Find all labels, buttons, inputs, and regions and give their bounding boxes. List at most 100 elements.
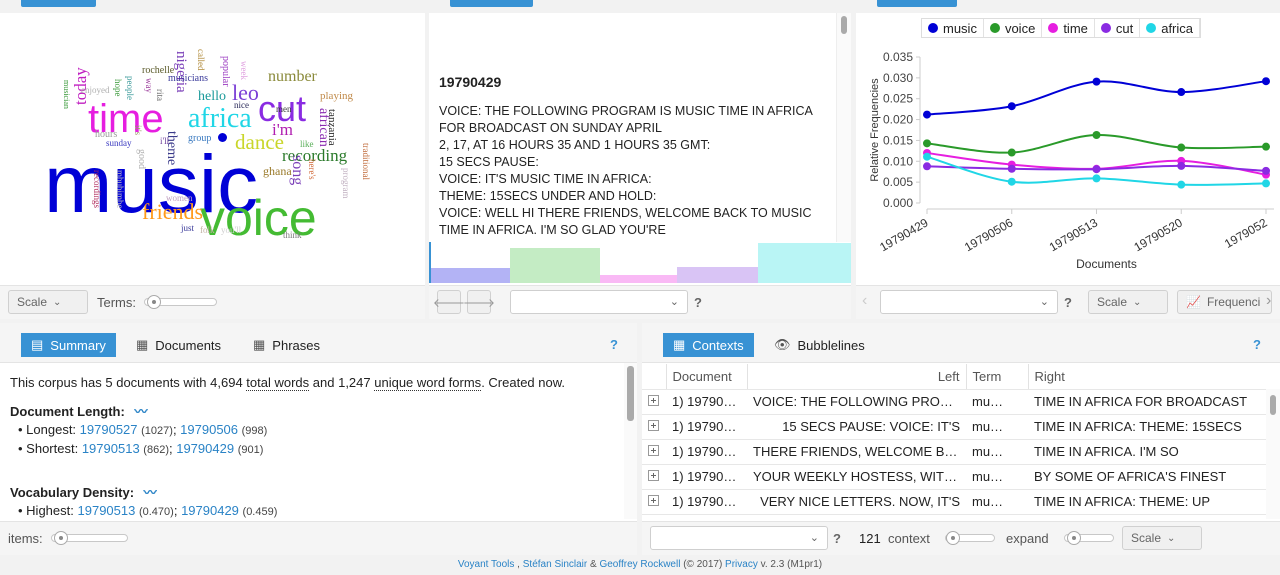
contexts-scale-button[interactable]: Scale ⌄ <box>1122 526 1202 550</box>
document-strip[interactable] <box>429 242 851 283</box>
column-header-document[interactable]: Document <box>666 364 748 390</box>
cell-expander[interactable] <box>642 464 666 490</box>
terms-slider-knob[interactable] <box>147 295 161 309</box>
doc-link[interactable]: 19790429 <box>176 441 234 456</box>
table-row[interactable]: 1) 19790… VERY NICE LETTERS. NOW, IT'S mu…… <box>642 489 1266 515</box>
doc-link[interactable]: 19790429 <box>181 503 239 518</box>
cirrus-scale-button[interactable]: Scale ⌄ <box>8 290 88 314</box>
cloud-word[interactable]: nice <box>234 101 249 110</box>
cloud-word[interactable]: you'll <box>221 226 241 235</box>
cloud-word[interactable]: friends <box>142 201 203 223</box>
cloud-word[interactable]: tanzania <box>326 109 338 146</box>
summary-help-icon[interactable]: ? <box>610 337 618 352</box>
document-segment[interactable] <box>600 275 677 283</box>
cloud-word[interactable]: ghana <box>263 165 292 177</box>
cloud-word[interactable]: traditional <box>361 143 371 180</box>
trends-scale-button[interactable]: Scale ⌄ <box>1088 290 1168 314</box>
cloud-word[interactable]: i'll <box>160 137 169 146</box>
table-row[interactable]: 1) 19790… THERE FRIENDS, WELCOME BAC… mu… T… <box>642 439 1266 465</box>
contexts-scrollbar[interactable] <box>1266 389 1280 519</box>
reader-help-icon[interactable]: ? <box>694 295 702 310</box>
cloud-word[interactable]: recordings <box>92 170 102 208</box>
cloud-word[interactable]: way <box>144 78 154 93</box>
items-slider[interactable] <box>51 531 128 545</box>
cloud-word[interactable]: rita <box>155 89 165 101</box>
cell-expander[interactable] <box>642 414 666 440</box>
doc-link[interactable]: 19790506 <box>180 422 238 437</box>
cloud-word[interactable]: i'm <box>272 121 293 138</box>
reader-scrollbar[interactable] <box>836 13 851 242</box>
cloud-word[interactable]: hope <box>113 79 123 97</box>
column-header-right[interactable]: Right <box>1028 364 1266 390</box>
prev-button[interactable]: 🡐 <box>433 290 465 314</box>
column-header-term[interactable]: Term <box>966 364 1029 390</box>
tab-phrases[interactable]: ▦ Phrases <box>243 333 330 357</box>
sparkline-icon[interactable]: 〰 <box>144 485 157 500</box>
cloud-word[interactable]: rochelle <box>142 66 174 76</box>
cell-expander[interactable] <box>642 489 666 515</box>
cloud-word[interactable]: playing <box>320 91 353 102</box>
cell-expander[interactable] <box>642 389 666 415</box>
doc-link[interactable]: 19790513 <box>78 503 136 518</box>
cloud-word[interactable]: like <box>300 140 314 149</box>
footer-author1-link[interactable]: Stéfan Sinclair <box>523 559 587 570</box>
cloud-word[interactable]: group <box>188 134 211 144</box>
cloud-word[interactable]: popular <box>220 56 231 87</box>
expand-row-icon[interactable] <box>648 495 659 506</box>
cloud-word[interactable]: called <box>196 49 206 71</box>
tab-summary[interactable]: ▤ Summary <box>21 333 116 357</box>
trends-search-combo[interactable]: ⌄ <box>880 290 1058 314</box>
cloud-word[interactable]: musician <box>62 80 71 109</box>
context-slider-knob[interactable] <box>946 531 960 545</box>
reader-tab-button[interactable] <box>450 0 533 7</box>
cloud-word[interactable]: women <box>166 194 193 203</box>
cloud-word[interactable]: it's <box>133 125 143 135</box>
column-header-left[interactable]: Left <box>747 364 967 390</box>
total-words-link[interactable]: total words <box>246 375 310 391</box>
cloud-word[interactable]: hello <box>198 90 226 104</box>
document-segment[interactable] <box>677 267 758 283</box>
cloud-word[interactable]: folk <box>200 226 215 235</box>
cloud-word[interactable]: nigeria <box>173 51 189 93</box>
document-segment[interactable] <box>510 248 600 283</box>
cloud-word[interactable]: think <box>283 231 302 240</box>
summary-scroll-thumb[interactable] <box>627 366 634 421</box>
cloud-word[interactable]: men <box>276 105 292 114</box>
table-row[interactable]: 1) 19790… 15 SECS PAUSE: VOICE: IT'S mu… TI… <box>642 414 1266 440</box>
chevron-right-icon[interactable]: › <box>1266 292 1271 310</box>
contexts-toolbar-help-icon[interactable]: ? <box>833 531 841 546</box>
contexts-scroll-thumb[interactable] <box>1270 395 1276 415</box>
reader-search-combo[interactable]: ⌄ <box>510 290 688 314</box>
cloud-word[interactable]: here's <box>307 159 317 180</box>
footer-privacy-link[interactable]: Privacy <box>725 559 758 570</box>
contexts-search-combo[interactable]: ⌄ <box>650 526 828 550</box>
expand-slider[interactable] <box>1064 531 1114 545</box>
contexts-help-icon[interactable]: ? <box>1253 337 1261 352</box>
tab-documents[interactable]: ▦ Documents <box>126 333 231 357</box>
expand-row-icon[interactable] <box>648 420 659 431</box>
cloud-word[interactable]: mbubimbe <box>115 170 125 209</box>
trends-help-icon[interactable]: ? <box>1064 295 1072 310</box>
terms-slider[interactable] <box>144 295 217 309</box>
cloud-word[interactable]: people <box>125 76 135 100</box>
reader-scroll-thumb[interactable] <box>841 16 847 34</box>
cloud-word[interactable]: enjoyed <box>81 86 110 95</box>
trends-tab-button[interactable] <box>877 0 957 7</box>
doc-link[interactable]: 19790513 <box>82 441 140 456</box>
next-button[interactable]: 🡒 <box>463 290 495 314</box>
chevron-left-icon[interactable]: ‹ <box>862 292 867 310</box>
sparkline-icon[interactable]: 〰 <box>134 404 147 419</box>
cloud-word[interactable]: week <box>239 61 249 80</box>
reader-text[interactable]: 19790429 VOICE: THE FOLLOWING PROGRAM IS… <box>439 74 839 239</box>
cloud-word[interactable]: sunday <box>106 139 132 148</box>
summary-scrollbar[interactable] <box>624 363 637 519</box>
doc-link[interactable]: 19790527 <box>80 422 138 437</box>
table-row[interactable]: 1) 19790… VOICE: THE FOLLOWING PROGR… mu… T… <box>642 389 1266 415</box>
cirrus-tab-button[interactable] <box>21 0 96 7</box>
expand-row-icon[interactable] <box>648 445 659 456</box>
document-segment[interactable] <box>758 243 851 283</box>
cloud-word[interactable]: just <box>181 224 194 233</box>
expand-slider-knob[interactable] <box>1067 531 1081 545</box>
expand-row-icon[interactable] <box>648 470 659 481</box>
unique-words-link[interactable]: unique word forms <box>374 375 482 391</box>
